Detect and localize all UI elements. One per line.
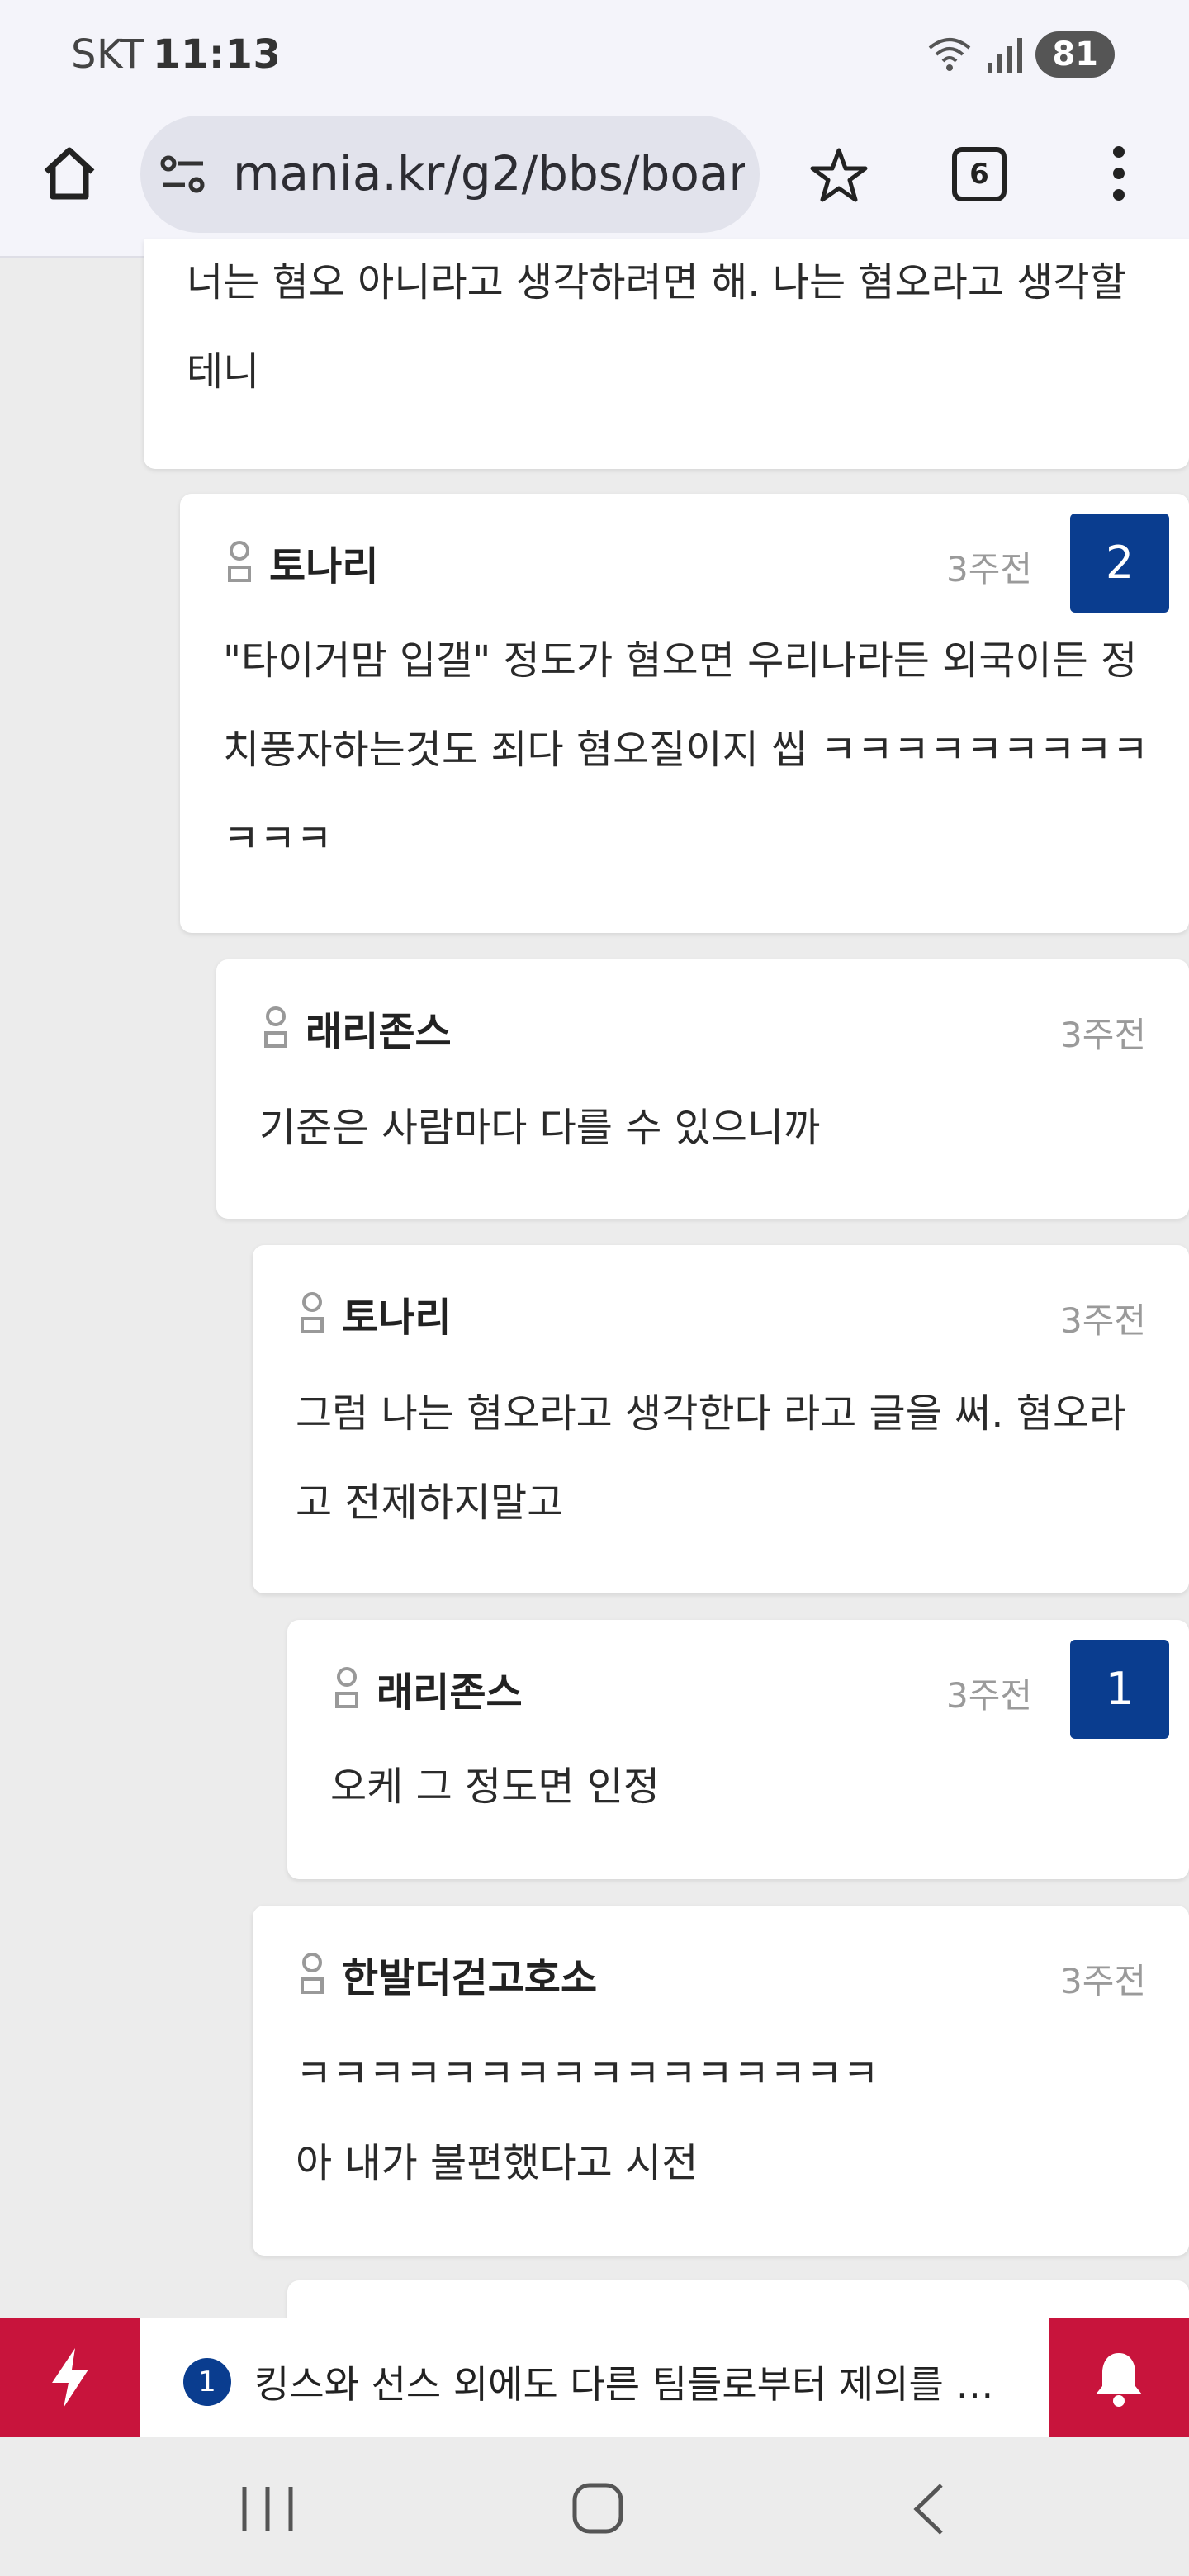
url-bar[interactable]: mania.kr/g2/bbs/board.php: [140, 116, 760, 233]
status-left: SKT 11:13: [71, 31, 281, 78]
more-vert-icon[interactable]: [1098, 140, 1139, 206]
comment-author[interactable]: 한발더걷고호소: [342, 1945, 597, 2003]
comment-body: 그럼 나는 혐오라고 생각한다 라고 글을 써. 혐오라고 전제하지말고: [296, 1390, 1126, 1526]
comment-body-line: ㅋㅋㅋㅋㅋㅋㅋㅋㅋㅋㅋㅋㅋㅋㅋㅋ: [296, 2051, 879, 2097]
back-icon[interactable]: [898, 2480, 964, 2538]
comment-time: 3주전: [1059, 1300, 1146, 1341]
comment-header: 한발더걷고호소: [296, 1945, 597, 2003]
url-text[interactable]: mania.kr/g2/bbs/board.php: [233, 145, 745, 201]
signal-icon: [988, 38, 1023, 73]
site-info-icon[interactable]: [160, 154, 206, 195]
comment-body: 오케 그 정도면 인정: [330, 1764, 661, 1810]
system-nav-bar: [0, 2437, 1189, 2576]
like-count-badge[interactable]: 1: [1070, 1640, 1169, 1739]
status-right: 81: [926, 31, 1115, 78]
comment-card: 래리존스 3주전 기준은 사람마다 다를 수 있으니까: [216, 959, 1189, 1219]
comment-card: 래리존스 3주전 1 오케 그 정도면 인정: [287, 1620, 1189, 1879]
user-icon: [228, 541, 251, 582]
tab-switcher-button[interactable]: 6: [952, 147, 1007, 201]
bolt-icon: [52, 2348, 88, 2408]
comment-body: "타이거맘 입갤" 정도가 혐오면 우리나라든 외국이든 정치풍자하는것도 죄다…: [223, 637, 1149, 862]
comment-header: 토나리: [296, 1285, 451, 1342]
recent-apps-icon[interactable]: [234, 2480, 301, 2538]
home-icon[interactable]: [36, 140, 102, 206]
ticker-index-badge: 1: [183, 2358, 231, 2406]
bookmark-star-icon[interactable]: [806, 142, 872, 208]
carrier-label: SKT: [71, 31, 145, 78]
comment-author[interactable]: 토나리: [342, 1285, 451, 1342]
wifi-icon: [929, 38, 971, 71]
comment-author[interactable]: 래리존스: [306, 999, 452, 1057]
comment-author[interactable]: 래리존스: [377, 1660, 523, 1717]
browser-toolbar: mania.kr/g2/bbs/board.php 6: [0, 107, 1189, 258]
clock-label: 11:13: [153, 31, 282, 78]
comment-body: 너는 혐오 아니라고 생각하려면 해. 나는 혐오라고 생각할테니: [187, 259, 1126, 395]
status-bar: SKT 11:13 81: [0, 0, 1189, 107]
ticker-headline[interactable]: 킹스와 선스 외에도 다른 팀들로부터 제의를 받았...: [254, 2355, 1022, 2409]
news-ticker[interactable]: 1 킹스와 선스 외에도 다른 팀들로부터 제의를 받았...: [0, 2318, 1189, 2437]
user-icon: [301, 1953, 324, 1994]
like-count-badge[interactable]: 2: [1070, 514, 1169, 613]
comment-body: 기준은 사람마다 다를 수 있으니까: [259, 1105, 821, 1151]
comment-card: 토나리 3주전 2 "타이거맘 입갤" 정도가 혐오면 우리나라든 외국이든 정…: [180, 494, 1189, 933]
comment-time: 3주전: [1059, 1961, 1146, 2001]
bell-icon: [1096, 2353, 1142, 2407]
user-icon: [301, 1292, 324, 1333]
notification-button[interactable]: [1049, 2318, 1189, 2437]
user-icon: [335, 1667, 358, 1708]
battery-indicator: 81: [1035, 31, 1115, 78]
user-icon: [264, 1006, 287, 1048]
comment-time: 3주전: [945, 549, 1032, 590]
comment-card: 토나리 3주전 그럼 나는 혐오라고 생각한다 라고 글을 써. 혐오라고 전제…: [253, 1245, 1189, 1593]
nav-home-icon[interactable]: [565, 2480, 631, 2538]
comment-card: 한발더걷고호소 3주전 ㅋㅋㅋㅋㅋㅋㅋㅋㅋㅋㅋㅋㅋㅋㅋㅋ 아 내가 불편했다고 …: [253, 1906, 1189, 2256]
comment-author[interactable]: 토나리: [269, 533, 378, 591]
comment-header: 토나리: [223, 533, 378, 591]
comment-header: 래리존스: [259, 999, 452, 1057]
comment-header: 래리존스: [330, 1660, 523, 1717]
comment-time: 3주전: [1059, 1015, 1146, 1055]
comment-body-line: 아 내가 불편했다고 시전: [296, 2140, 699, 2186]
comment-card: 너는 혐오 아니라고 생각하려면 해. 나는 혐오라고 생각할테니: [144, 239, 1189, 469]
bolt-button[interactable]: [0, 2318, 140, 2437]
comment-time: 3주전: [945, 1675, 1032, 1716]
